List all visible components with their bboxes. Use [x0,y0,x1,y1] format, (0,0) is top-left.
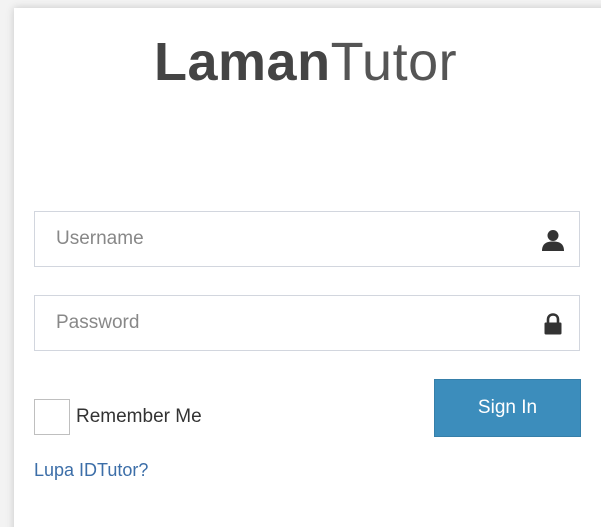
login-card: LamanTutor Remember Me [14,8,601,527]
remember-me-label: Remember Me [76,406,202,427]
login-page: LamanTutor Remember Me [0,0,601,527]
forgot-id-link[interactable]: Lupa IDTutor? [34,460,148,481]
password-field [34,295,580,351]
remember-me-checkbox[interactable] [34,399,70,435]
username-field [34,211,580,267]
user-icon [541,228,565,252]
remember-me: Remember Me [34,398,202,436]
logo-light-text: Tutor [330,32,458,92]
password-input[interactable] [35,296,535,350]
lock-icon [541,312,565,336]
app-logo: LamanTutor [154,30,457,94]
logo-bold-text: Laman [154,32,331,92]
sign-in-button[interactable]: Sign In [434,379,581,437]
username-input[interactable] [35,212,535,266]
